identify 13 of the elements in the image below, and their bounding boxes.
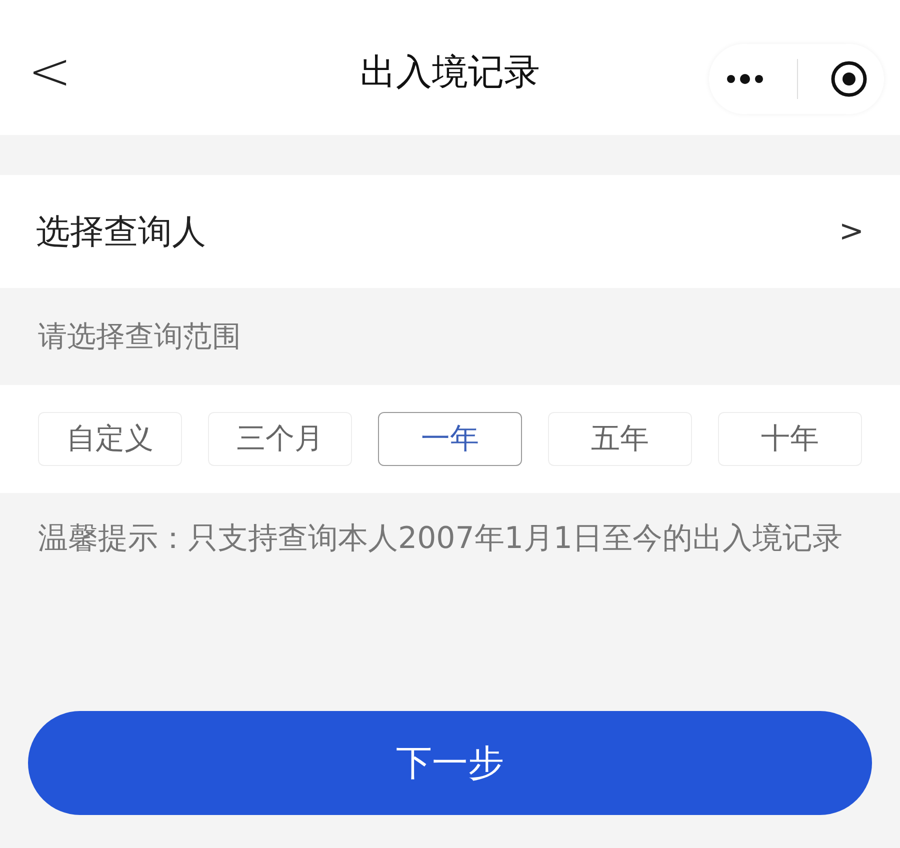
range-option[interactable]: 三个月: [208, 412, 352, 466]
close-icon[interactable]: [830, 60, 868, 98]
range-option[interactable]: 自定义: [38, 412, 182, 466]
back-button[interactable]: <: [28, 46, 72, 98]
range-option[interactable]: 五年: [548, 412, 692, 466]
select-person-row[interactable]: 选择查询人 >: [0, 175, 900, 288]
range-option[interactable]: 十年: [718, 412, 862, 466]
page-title: 出入境记录: [360, 51, 540, 95]
more-icon[interactable]: [725, 72, 765, 86]
range-label: 请选择查询范围: [37, 318, 242, 354]
range-option[interactable]: 一年: [378, 412, 522, 466]
next-button[interactable]: 下一步: [28, 711, 872, 815]
tip-text: 温馨提示：只支持查询本人2007年1月1日至今的出入境记录: [38, 520, 844, 558]
